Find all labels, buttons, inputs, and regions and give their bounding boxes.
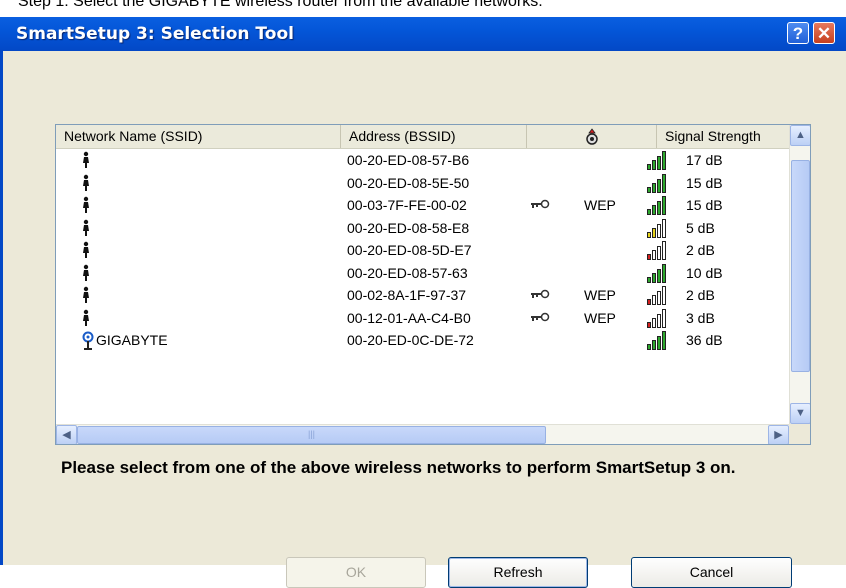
- selection-tool-window: SmartSetup 3: Selection Tool ? ✕ Network…: [0, 17, 846, 588]
- key-icon: [529, 197, 551, 212]
- chevron-up-icon: ▲: [795, 129, 806, 141]
- grip-icon: |||: [307, 429, 315, 439]
- refresh-button[interactable]: Refresh: [448, 557, 588, 588]
- lock-key-icon: [585, 128, 598, 145]
- network-bssid: 00-03-7F-FE-00-02: [347, 197, 467, 213]
- horizontal-scroll-thumb[interactable]: |||: [77, 426, 546, 444]
- network-signal: 36 dB: [686, 332, 723, 348]
- network-person-icon: [80, 286, 92, 307]
- key-icon: [529, 287, 551, 302]
- ok-button[interactable]: OK: [286, 557, 426, 588]
- network-person-icon: [80, 309, 92, 330]
- help-button[interactable]: ?: [787, 22, 809, 44]
- network-encryption: WEP: [584, 287, 616, 303]
- network-bssid: 00-02-8A-1F-97-37: [347, 287, 467, 303]
- network-signal: 2 dB: [686, 287, 715, 303]
- network-row[interactable]: 00-12-01-AA-C4-B0 WEP 3 dB: [56, 307, 790, 330]
- network-signal: 3 dB: [686, 309, 715, 326]
- network-bssid: 00-12-01-AA-C4-B0: [347, 309, 471, 326]
- vertical-scrollbar[interactable]: ▲ ▼: [789, 125, 810, 424]
- router-antenna-icon: [80, 331, 96, 354]
- network-row[interactable]: 00-20-ED-08-5E-50 15 dB: [56, 172, 790, 195]
- network-bssid: 00-20-ED-0C-DE-72: [347, 332, 474, 348]
- network-person-icon: [80, 241, 92, 262]
- title-bar[interactable]: SmartSetup 3: Selection Tool ? ✕: [0, 17, 846, 51]
- network-person-icon: [80, 151, 92, 172]
- scroll-right-button[interactable]: ▶: [768, 425, 789, 444]
- column-header-signal[interactable]: Signal Strength: [657, 125, 790, 148]
- scroll-down-button[interactable]: ▼: [790, 403, 810, 424]
- chevron-down-icon: ▼: [795, 407, 806, 419]
- network-row[interactable]: 00-20-ED-08-57-B6 17 dB: [56, 149, 790, 172]
- network-bssid: 00-20-ED-08-57-63: [347, 264, 468, 281]
- chevron-left-icon: ◀: [62, 429, 71, 441]
- network-signal: 5 dB: [686, 219, 715, 236]
- network-bssid: 00-20-ED-08-57-B6: [347, 152, 470, 168]
- network-ssid: GIGABYTE: [96, 332, 168, 348]
- column-header-ssid[interactable]: Network Name (SSID): [56, 125, 341, 148]
- network-person-icon: [80, 264, 92, 285]
- signal-bars-icon: [647, 195, 673, 215]
- vertical-scroll-thumb[interactable]: [791, 160, 810, 372]
- network-row[interactable]: GIGABYTE 00-20-ED-0C-DE-72 36 dB: [56, 329, 790, 352]
- network-row[interactable]: 00-02-8A-1F-97-37 WEP 2 dB: [56, 284, 790, 307]
- column-header-bssid[interactable]: Address (BSSID): [341, 125, 527, 148]
- network-signal: 15 dB: [686, 174, 723, 191]
- instruction-text: Please select from one of the above wire…: [61, 458, 736, 477]
- signal-bars-icon: [647, 263, 673, 283]
- key-icon: [529, 310, 551, 325]
- network-rows: 00-20-ED-08-57-B6 17 dB 00-20-ED-08-5E-50 1…: [56, 149, 790, 352]
- network-bssid: 00-20-ED-08-5D-E7: [347, 242, 472, 258]
- cancel-button[interactable]: Cancel: [631, 557, 792, 588]
- close-button[interactable]: ✕: [813, 22, 835, 44]
- network-person-icon: [80, 219, 92, 240]
- network-list[interactable]: Network Name (SSID) Address (BSSID) Sign…: [55, 124, 811, 445]
- network-signal: 2 dB: [686, 242, 715, 258]
- signal-bars-icon: [647, 150, 673, 170]
- scroll-up-button[interactable]: ▲: [790, 125, 810, 146]
- signal-bars-icon: [647, 308, 673, 328]
- column-header-security[interactable]: [527, 125, 657, 148]
- network-person-icon: [80, 196, 92, 217]
- scroll-left-button[interactable]: ◀: [56, 425, 77, 444]
- signal-bars-icon: [647, 285, 673, 305]
- chevron-right-icon: ▶: [774, 429, 783, 441]
- network-bssid: 00-20-ED-08-58-E8: [347, 219, 470, 236]
- network-encryption: WEP: [584, 197, 616, 213]
- network-person-icon: [80, 174, 92, 195]
- window-title: SmartSetup 3: Selection Tool: [16, 24, 294, 44]
- signal-bars-icon: [647, 218, 673, 238]
- network-signal: 10 dB: [686, 264, 723, 281]
- dialog-body: Network Name (SSID) Address (BSSID) Sign…: [0, 51, 846, 588]
- network-signal: 17 dB: [686, 152, 723, 168]
- signal-bars-icon: [647, 330, 673, 350]
- close-icon: ✕: [816, 24, 832, 43]
- network-row[interactable]: 00-20-ED-08-57-63 10 dB: [56, 262, 790, 285]
- list-header: Network Name (SSID) Address (BSSID) Sign…: [56, 125, 790, 149]
- horizontal-scrollbar[interactable]: ◀ ||| ▶: [56, 424, 810, 444]
- help-icon: ?: [792, 24, 804, 43]
- step-caption: Step 1: Select the GIGABYTE wireless rou…: [18, 0, 543, 10]
- network-row[interactable]: 00-03-7F-FE-00-02 WEP 15 dB: [56, 194, 790, 217]
- scrollbar-corner: [789, 424, 810, 444]
- network-signal: 15 dB: [686, 197, 723, 213]
- network-row[interactable]: 00-20-ED-08-5D-E7 2 dB: [56, 239, 790, 262]
- network-row[interactable]: 00-20-ED-08-58-E8 5 dB: [56, 217, 790, 240]
- signal-bars-icon: [647, 240, 673, 260]
- network-encryption: WEP: [584, 309, 616, 326]
- network-bssid: 00-20-ED-08-5E-50: [347, 174, 470, 191]
- signal-bars-icon: [647, 173, 673, 193]
